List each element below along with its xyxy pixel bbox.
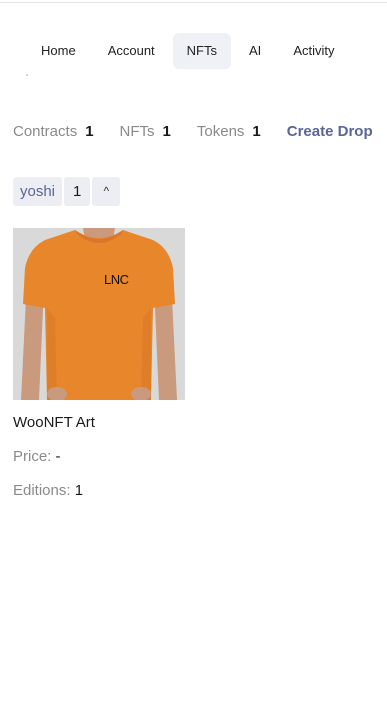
nft-title[interactable]: WooNFT Art — [13, 414, 185, 431]
nav-ai[interactable]: AI — [235, 33, 275, 69]
nav-home[interactable]: Home — [27, 33, 90, 69]
stat-contracts-label: Contracts — [13, 123, 78, 140]
nav-nfts[interactable]: NFTs — [172, 33, 232, 69]
stat-tokens: Tokens 1 — [197, 123, 261, 140]
stat-nfts-value: 1 — [162, 123, 171, 140]
chevron-up-icon[interactable]: ^ — [92, 177, 121, 206]
create-drop-link[interactable]: Create Drop — [287, 123, 373, 140]
top-divider — [0, 2, 387, 3]
decorative-dot — [26, 74, 28, 76]
stat-tokens-value: 1 — [252, 123, 261, 140]
nft-price: Price: - — [13, 448, 185, 465]
nft-price-value: - — [55, 448, 61, 465]
nft-editions-label: Editions: — [13, 482, 71, 499]
collection-filter: yoshi 1 ^ — [13, 177, 121, 206]
main-nav: Home Account NFTs AI Activity — [27, 33, 348, 69]
stat-contracts: Contracts 1 — [13, 123, 94, 140]
nft-editions-value: 1 — [74, 482, 84, 499]
stat-nfts-label: NFTs — [119, 123, 155, 140]
stat-contracts-value: 1 — [85, 123, 94, 140]
stat-nfts: NFTs 1 — [120, 123, 171, 140]
nft-image-logo-text: LNC — [104, 272, 129, 287]
nav-account[interactable]: Account — [94, 33, 169, 69]
stat-tokens-label: Tokens — [196, 123, 245, 140]
nft-price-label: Price: — [13, 448, 52, 465]
stats-bar: Contracts 1 NFTs 1 Tokens 1 Create Drop — [13, 123, 373, 140]
collection-count-chip: 1 — [64, 177, 91, 206]
nft-editions: Editions: 1 — [13, 482, 185, 499]
nft-card[interactable]: LNC WooNFT Art Price: - Editions: 1 — [13, 228, 185, 499]
nft-image[interactable]: LNC — [13, 228, 185, 400]
nav-activity[interactable]: Activity — [279, 33, 348, 69]
tshirt-image — [13, 228, 185, 400]
collection-name-chip[interactable]: yoshi — [13, 177, 63, 206]
